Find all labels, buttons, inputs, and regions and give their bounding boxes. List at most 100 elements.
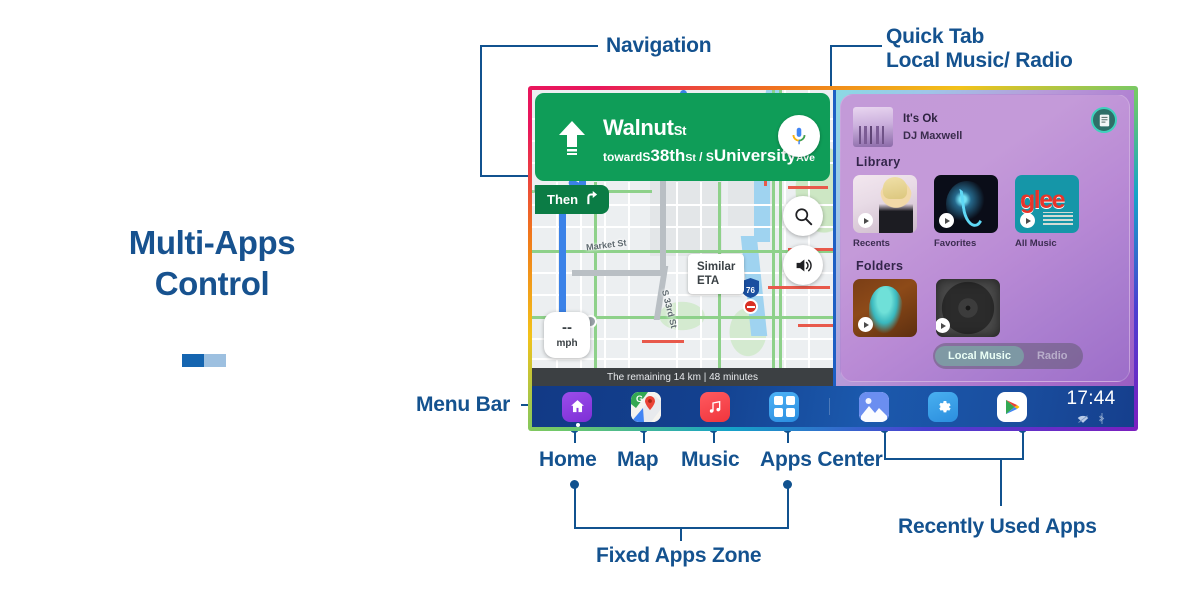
title-accent-bars	[182, 354, 226, 367]
speed-unit: mph	[556, 337, 578, 349]
apps-grid-icon	[773, 396, 795, 417]
accent-bar-light	[204, 354, 226, 367]
app-icon-photos[interactable]	[859, 391, 889, 422]
nav-street-name: Walnut	[603, 115, 674, 140]
search-icon[interactable]	[783, 196, 823, 236]
folder-art-vinyl-disc	[936, 279, 1000, 337]
then-label: Then	[547, 192, 579, 207]
nav-street-suffix: St	[673, 123, 687, 138]
app-icon-music[interactable]	[700, 391, 730, 422]
menu-bar[interactable]: G 17:44	[532, 386, 1134, 427]
page-title-line1: Multi-Apps	[128, 224, 296, 261]
clock: 17:44	[1066, 388, 1116, 409]
menu-bar-separator	[829, 398, 830, 415]
library-item-all-music[interactable]: All Music	[1015, 175, 1079, 249]
app-icon-settings[interactable]	[928, 391, 958, 422]
leader-quicktab-h	[830, 45, 882, 47]
annotation-recently-used-apps: Recently Used Apps	[898, 515, 1097, 538]
nav-toward-number: 38th	[650, 146, 686, 165]
library-item-favorites[interactable]: Favorites	[934, 175, 998, 249]
app-icon-apps-center[interactable]	[769, 391, 799, 422]
folder-thumbnails	[853, 279, 1000, 337]
folder-item-1[interactable]	[853, 279, 917, 337]
annotation-apps-center: Apps Center	[760, 448, 883, 471]
annotation-quick-tab-line2: Local Music/ Radio	[886, 49, 1073, 72]
album-art-favorites	[934, 175, 998, 233]
leader-fixedzone-dot-right	[783, 480, 792, 489]
annotation-home: Home	[539, 448, 597, 471]
svg-text:76: 76	[746, 286, 755, 295]
leader-fixedzone-right	[787, 484, 789, 528]
leader-recent-stem	[1000, 458, 1002, 506]
leader-navigation-v	[480, 45, 482, 177]
turn-right-icon	[584, 191, 598, 208]
similar-eta-chip[interactable]: Similar ETA	[688, 254, 745, 294]
leader-navigation-h2	[480, 175, 532, 177]
annotation-fixed-apps-zone: Fixed Apps Zone	[596, 544, 762, 567]
status-area: 17:44	[1058, 388, 1124, 427]
music-panel-inner: It's Ok DJ Maxwell Library Recents Favor…	[840, 94, 1130, 382]
library-thumbnails: Recents Favorites All Musi	[853, 175, 1079, 249]
nav-toward-number-suffix: St	[685, 152, 696, 164]
now-playing-artist: DJ Maxwell	[903, 129, 963, 142]
annotation-music: Music	[681, 448, 740, 471]
play-icon[interactable]	[939, 213, 954, 228]
device-screen: Spring lton Ave Market St S 33rd St 76	[532, 90, 1134, 427]
album-art-all-music	[1015, 175, 1079, 233]
speedometer-chip: -- mph	[544, 312, 590, 358]
app-icon-home[interactable]	[562, 391, 592, 422]
wifi-icon	[1077, 411, 1089, 427]
now-playing-meta: It's Ok DJ Maxwell	[903, 113, 962, 142]
playlist-icon[interactable]	[1091, 107, 1117, 133]
home-active-indicator	[576, 423, 580, 427]
no-entry-icon	[743, 299, 758, 314]
app-icon-play-store[interactable]	[997, 391, 1027, 422]
navigation-instruction-banner: WalnutSt towardS38thSt / SUniversityAve	[535, 93, 830, 181]
leader-recent-h	[884, 458, 1024, 460]
straight-arrow-icon	[559, 121, 585, 156]
library-item-recents[interactable]: Recents	[853, 175, 917, 249]
album-art-recents	[853, 175, 917, 233]
navigation-panel[interactable]: Spring lton Ave Market St S 33rd St 76	[532, 90, 833, 386]
library-section-title: Library	[856, 155, 901, 169]
google-assistant-mic-icon[interactable]	[778, 115, 820, 157]
page-title-line2: Control	[154, 265, 270, 302]
app-icon-map[interactable]: G	[631, 391, 661, 422]
now-playing-album-art	[853, 107, 893, 147]
play-icon[interactable]	[858, 317, 873, 332]
quick-tab-toggle[interactable]: Local Music Radio	[933, 343, 1083, 369]
annotation-quick-tab-line1: Quick Tab	[886, 25, 985, 48]
now-playing-title: It's Ok	[903, 112, 938, 125]
annotation-menu-bar: Menu Bar	[416, 393, 511, 416]
music-panel[interactable]: It's Ok DJ Maxwell Library Recents Favor…	[836, 90, 1134, 386]
nav-toward-s2: S	[705, 150, 714, 164]
bluetooth-icon	[1098, 411, 1106, 427]
leader-fixedzone-dot-left	[570, 480, 579, 489]
status-icons	[1077, 411, 1106, 427]
now-playing-row[interactable]: It's Ok DJ Maxwell	[853, 107, 962, 147]
folder-item-2[interactable]	[934, 279, 1000, 337]
speed-value: --	[562, 318, 572, 336]
library-item-caption: Recents	[853, 238, 890, 249]
leader-fixedzone-stem	[680, 527, 682, 541]
nav-toward-prefix: toward	[603, 150, 643, 164]
quick-tab-radio[interactable]: Radio	[1024, 346, 1081, 366]
quick-tab-local-music[interactable]: Local Music	[935, 346, 1024, 366]
accent-bar-dark	[182, 354, 204, 367]
svg-text:G: G	[636, 394, 643, 404]
play-icon[interactable]	[1020, 213, 1035, 228]
annotation-navigation: Navigation	[606, 34, 712, 57]
play-icon[interactable]	[858, 213, 873, 228]
folder-art-1	[853, 279, 917, 337]
then-turn-chip: Then	[535, 185, 610, 214]
volume-icon[interactable]	[783, 245, 823, 285]
play-icon[interactable]	[936, 318, 950, 333]
trip-status-bar: The remaining 14 km | 48 minutes	[532, 368, 833, 386]
folders-section-title: Folders	[856, 259, 904, 273]
annotation-map: Map	[617, 448, 659, 471]
leader-fixedzone-left	[574, 484, 576, 528]
nav-toward-slash: /	[699, 150, 703, 164]
leader-navigation-h	[480, 45, 598, 47]
car-head-unit: Spring lton Ave Market St S 33rd St 76	[528, 86, 1138, 431]
library-item-caption: Favorites	[934, 238, 977, 249]
